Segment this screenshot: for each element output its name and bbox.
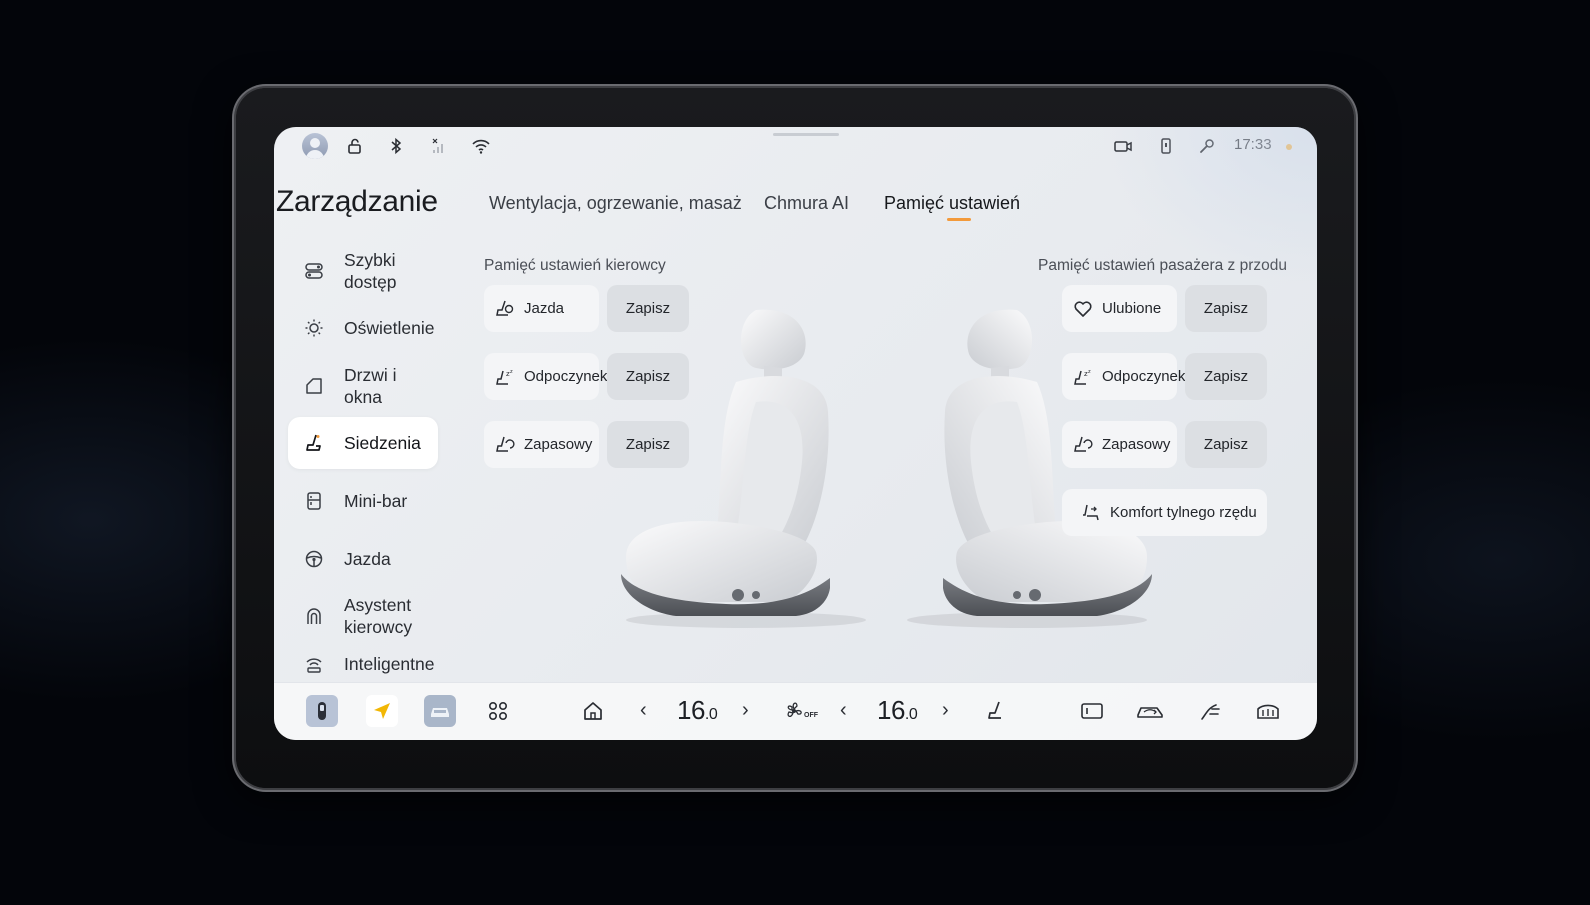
smart-icon bbox=[302, 652, 326, 676]
preset-label: Odpoczynek bbox=[1102, 368, 1186, 385]
sidebar-item-label: Asystent kierowcy bbox=[344, 595, 413, 637]
car-air-recirculation-icon[interactable] bbox=[1134, 695, 1166, 727]
sidebar-item-quick-access[interactable]: Szybki dostęp bbox=[288, 248, 438, 294]
fan-off-icon[interactable]: OFF bbox=[782, 695, 818, 727]
driver-save-button-2[interactable]: Zapisz bbox=[607, 353, 689, 400]
car-settings-app-icon[interactable] bbox=[424, 695, 456, 727]
sidebar-item-label: Oświetlenie bbox=[344, 318, 435, 338]
preset-label: Zapasowy bbox=[524, 436, 593, 453]
sidebar-item-minibar[interactable]: Mini-bar bbox=[288, 488, 438, 514]
passenger-save-button-1[interactable]: Zapisz bbox=[1185, 285, 1267, 332]
driver-preset-rest[interactable]: zz Odpoczynek bbox=[484, 353, 607, 400]
heart-icon bbox=[1072, 298, 1094, 320]
no-signal-icon bbox=[428, 135, 450, 157]
driver-preset-spare[interactable]: Zapasowy bbox=[484, 421, 599, 468]
seat-heating-icon[interactable] bbox=[980, 695, 1012, 727]
dashcam-icon[interactable] bbox=[1112, 135, 1134, 157]
toggles-icon bbox=[302, 259, 326, 283]
apps-grid-icon[interactable] bbox=[482, 695, 514, 727]
left-temperature[interactable]: 16.0 bbox=[677, 695, 718, 726]
rear-seat-icon bbox=[1080, 502, 1102, 524]
bottom-dock: ‹ 16.0 › OFF ‹ 16.0 › bbox=[274, 682, 1317, 740]
passenger-memory-title: Pamięć ustawień pasażera z przodu bbox=[1038, 257, 1287, 274]
rear-defrost-icon[interactable] bbox=[1252, 695, 1284, 727]
phone-key-icon[interactable] bbox=[1155, 135, 1177, 157]
tab-ai-cloud[interactable]: Chmura AI bbox=[764, 193, 849, 214]
passenger-preset-favorite[interactable]: Ulubione bbox=[1062, 285, 1177, 332]
rear-comfort-button[interactable]: Komfort tylnego rzędu bbox=[1062, 489, 1267, 536]
seat-spare-icon bbox=[494, 434, 516, 456]
sidebar-item-label: Inteligentne bbox=[344, 654, 435, 674]
passenger-save-button-3[interactable]: Zapisz bbox=[1185, 421, 1267, 468]
driver-save-button-1[interactable]: Zapisz bbox=[607, 285, 689, 332]
seat-rest-icon: zz bbox=[1072, 366, 1094, 388]
rear-comfort-label: Komfort tylnego rzędu bbox=[1110, 504, 1257, 521]
wrench-icon[interactable] bbox=[1196, 135, 1218, 157]
sidebar-item-label: Jazda bbox=[344, 549, 391, 569]
sidebar-item-label: Szybki dostęp bbox=[344, 250, 397, 292]
seat-icon bbox=[302, 431, 326, 455]
sidebar-item-doors-windows[interactable]: Drzwi i okna bbox=[288, 363, 438, 409]
right-temp-up-chevron-icon[interactable]: › bbox=[942, 699, 949, 722]
right-temperature[interactable]: 16.0 bbox=[877, 695, 918, 726]
unlock-icon[interactable] bbox=[344, 135, 366, 157]
sidebar-item-driver-assist[interactable]: Asystent kierowcy bbox=[288, 593, 438, 639]
sidebar-item-label: Mini-bar bbox=[344, 491, 408, 511]
navigation-app-icon[interactable] bbox=[366, 695, 398, 727]
seat-spare-icon bbox=[1072, 434, 1094, 456]
sidebar-item-lighting[interactable]: Oświetlenie bbox=[288, 315, 438, 341]
seat-rest-icon: zz bbox=[494, 366, 516, 388]
infotainment-screen: 17:33 Zarządzanie Wentylacja, ogrzewanie… bbox=[274, 127, 1317, 740]
sidebar-item-label: Siedzenia bbox=[344, 433, 421, 453]
passenger-preset-spare[interactable]: Zapasowy bbox=[1062, 421, 1177, 468]
fan-off-label: OFF bbox=[804, 712, 818, 719]
driver-save-button-3[interactable]: Zapisz bbox=[607, 421, 689, 468]
active-tab-indicator bbox=[947, 218, 971, 221]
passenger-preset-rest[interactable]: zz Odpoczynek bbox=[1062, 353, 1185, 400]
door-icon bbox=[302, 374, 326, 398]
left-temp-down-chevron-icon[interactable]: ‹ bbox=[640, 699, 647, 722]
tab-ventilation[interactable]: Wentylacja, ogrzewanie, masaż bbox=[489, 193, 742, 214]
car-status-app-icon[interactable] bbox=[306, 695, 338, 727]
tab-memory[interactable]: Pamięć ustawień bbox=[884, 193, 1020, 214]
sidebar-item-driving[interactable]: Jazda bbox=[288, 546, 438, 572]
bluetooth-icon bbox=[385, 135, 407, 157]
preset-label: Jazda bbox=[524, 300, 565, 317]
home-icon[interactable] bbox=[577, 695, 609, 727]
steering-wheel-icon bbox=[302, 547, 326, 571]
preset-label: Ulubione bbox=[1102, 300, 1162, 317]
sidebar-item-seats[interactable]: Siedzenia bbox=[288, 417, 438, 469]
left-temp-up-chevron-icon[interactable]: › bbox=[742, 699, 749, 722]
airflow-icon[interactable] bbox=[1194, 695, 1226, 727]
passenger-save-button-2[interactable]: Zapisz bbox=[1185, 353, 1267, 400]
svg-text:z: z bbox=[510, 369, 513, 375]
fridge-icon bbox=[302, 489, 326, 513]
preset-label: Odpoczynek bbox=[524, 368, 608, 385]
svg-text:z: z bbox=[1088, 369, 1091, 375]
driver-preset-drive[interactable]: Jazda bbox=[484, 285, 599, 332]
drag-handle[interactable] bbox=[773, 133, 839, 136]
seat-drive-icon bbox=[494, 298, 516, 320]
right-temp-down-chevron-icon[interactable]: ‹ bbox=[840, 699, 847, 722]
sidebar-item-label: Drzwi i okna bbox=[344, 365, 397, 407]
wifi-icon bbox=[470, 135, 492, 157]
assist-icon bbox=[302, 604, 326, 628]
preset-label: Zapasowy bbox=[1102, 436, 1171, 453]
notification-dot bbox=[1286, 144, 1292, 150]
page-title: Zarządzanie bbox=[276, 185, 438, 218]
clock: 17:33 bbox=[1234, 136, 1272, 153]
sidebar-item-smart[interactable]: Inteligentne bbox=[288, 651, 438, 677]
avatar[interactable] bbox=[302, 133, 328, 159]
screen-display-icon[interactable] bbox=[1076, 695, 1108, 727]
light-icon bbox=[302, 316, 326, 340]
driver-memory-title: Pamięć ustawień kierowcy bbox=[484, 257, 666, 274]
